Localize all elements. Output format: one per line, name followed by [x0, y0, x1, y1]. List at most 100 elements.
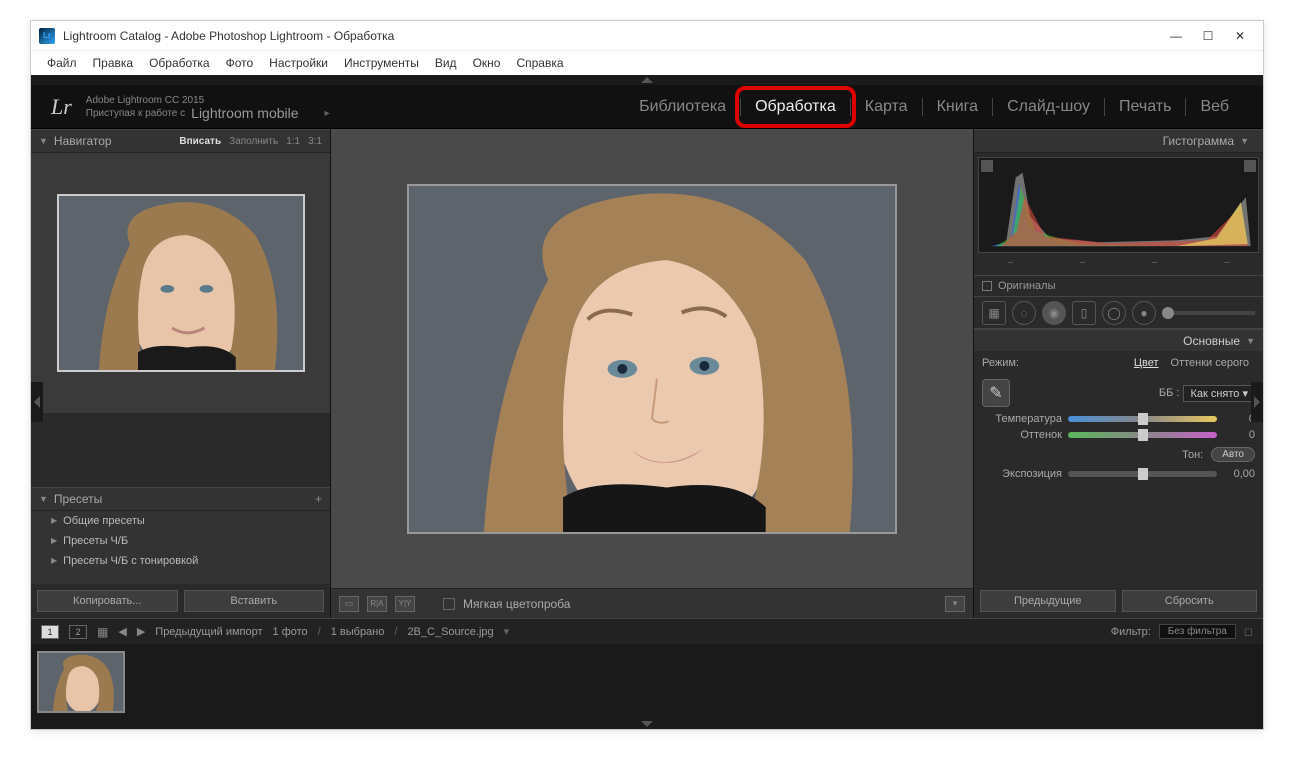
softproof-checkbox[interactable]	[443, 598, 455, 610]
crop-tool-icon[interactable]: ▦	[982, 301, 1006, 325]
tool-size-slider[interactable]	[1162, 311, 1255, 315]
filmstrip-thumbnail[interactable]	[37, 651, 125, 713]
monitor-2-button[interactable]: 2	[69, 625, 87, 639]
portrait-image	[409, 186, 895, 532]
menu-view[interactable]: Вид	[429, 54, 463, 72]
navigator-header[interactable]: ▼ Навигатор Вписать Заполнить 1:1 3:1	[31, 129, 330, 153]
maximize-button[interactable]: ☐	[1201, 29, 1215, 43]
module-map[interactable]: Карта	[851, 94, 922, 120]
histogram-info: ––––	[974, 257, 1263, 275]
play-icon[interactable]: ▸	[325, 107, 330, 120]
wb-dropdown[interactable]: Как снято ▾	[1183, 385, 1255, 402]
grid-icon[interactable]: ▦	[97, 625, 108, 639]
nav-1to1[interactable]: 1:1	[286, 136, 300, 147]
navigator-image	[57, 194, 305, 372]
preset-folder[interactable]: ▶Пресеты Ч/Б	[31, 531, 330, 551]
presets-title: Пресеты	[54, 492, 102, 506]
toolbar-menu-icon[interactable]: ▾	[945, 596, 965, 612]
nav-fill[interactable]: Заполнить	[229, 136, 278, 147]
monitor-1-button[interactable]: 1	[41, 625, 59, 639]
right-panel: Гистограмма ▼ ––––	[973, 129, 1263, 618]
menu-develop[interactable]: Обработка	[143, 54, 216, 72]
eyedropper-tool-icon[interactable]: ✎	[982, 379, 1010, 407]
temp-slider[interactable]	[1068, 416, 1217, 422]
chevron-down-icon: ▼	[39, 494, 48, 504]
presets-header[interactable]: ▼ Пресеты +	[31, 487, 330, 511]
histogram-title: Гистограмма	[1163, 134, 1234, 148]
shadow-clip-icon[interactable]	[981, 160, 993, 172]
auto-tone-button[interactable]: Авто	[1211, 447, 1255, 462]
module-print[interactable]: Печать	[1105, 94, 1185, 120]
navigator-preview[interactable]	[31, 153, 330, 413]
window-title: Lightroom Catalog - Adobe Photoshop Ligh…	[63, 29, 1169, 43]
tint-slider[interactable]	[1068, 432, 1217, 438]
menu-photo[interactable]: Фото	[220, 54, 260, 72]
highlight-clip-icon[interactable]	[1244, 160, 1256, 172]
module-web[interactable]: Веб	[1186, 94, 1243, 120]
menu-edit[interactable]: Правка	[87, 54, 140, 72]
minimize-button[interactable]: —	[1169, 29, 1183, 43]
module-slideshow[interactable]: Слайд-шоу	[993, 94, 1104, 120]
source-label[interactable]: Предыдущий импорт	[155, 626, 262, 638]
menubar: Файл Правка Обработка Фото Настройки Инс…	[31, 51, 1263, 75]
treatment-gray[interactable]: Оттенки серого	[1165, 355, 1255, 371]
wb-label: ББ :	[1159, 387, 1180, 399]
radial-tool-icon[interactable]: ◯	[1102, 301, 1126, 325]
nav-fit[interactable]: Вписать	[179, 136, 221, 147]
copy-button[interactable]: Копировать...	[37, 590, 178, 612]
module-book[interactable]: Книга	[923, 94, 992, 120]
brush-tool-icon[interactable]: ●	[1132, 301, 1156, 325]
preset-folder[interactable]: ▶Пресеты Ч/Б с тонировкой	[31, 551, 330, 571]
originals-toggle[interactable]: Оригиналы	[974, 275, 1263, 297]
prev-photo-icon[interactable]: ◀	[118, 625, 126, 638]
module-develop[interactable]: Обработка	[741, 94, 850, 120]
reset-button[interactable]: Сбросить	[1122, 590, 1258, 612]
histogram[interactable]	[978, 157, 1259, 253]
filter-dropdown[interactable]: Без фильтра	[1159, 624, 1236, 639]
filter-label: Фильтр:	[1111, 626, 1151, 638]
tone-label: Тон:	[1182, 449, 1203, 461]
before-after-lr-icon[interactable]: R|A	[367, 596, 387, 612]
next-photo-icon[interactable]: ▶	[137, 625, 145, 638]
portrait-thumbnail	[59, 196, 303, 370]
before-after-tb-icon[interactable]: Y|Y	[395, 596, 415, 612]
navigator-title: Навигатор	[54, 134, 112, 148]
loupe-view-icon[interactable]: ▭	[339, 596, 359, 612]
close-button[interactable]: ✕	[1233, 29, 1247, 43]
treatment-color[interactable]: Цвет	[1128, 355, 1165, 371]
left-panel-toggle[interactable]	[31, 382, 43, 422]
nav-3to1[interactable]: 3:1	[308, 136, 322, 147]
histogram-header[interactable]: Гистограмма ▼	[974, 129, 1263, 153]
right-panel-toggle[interactable]	[1251, 382, 1263, 422]
tool-strip: ▦ ◌ ◉ ▯ ◯ ●	[974, 297, 1263, 329]
photo-count: 1 фото	[273, 626, 308, 638]
paste-button[interactable]: Вставить	[184, 590, 325, 612]
module-library[interactable]: Библиотека	[625, 94, 740, 120]
filter-lock-icon[interactable]: ◻	[1244, 625, 1253, 638]
menu-settings[interactable]: Настройки	[263, 54, 334, 72]
spot-tool-icon[interactable]: ◌	[1012, 301, 1036, 325]
menu-file[interactable]: Файл	[41, 54, 83, 72]
gradient-tool-icon[interactable]: ▯	[1072, 301, 1096, 325]
presets-list: ▶Общие пресеты ▶Пресеты Ч/Б ▶Пресеты Ч/Б…	[31, 511, 330, 585]
top-panel-toggle[interactable]	[31, 75, 1263, 85]
chevron-down-icon: ▼	[1246, 336, 1255, 346]
menu-help[interactable]: Справка	[510, 54, 569, 72]
header-mobile-prefix: Приступая к работе с	[86, 107, 185, 120]
previous-button[interactable]: Предыдущие	[980, 590, 1116, 612]
menu-window[interactable]: Окно	[467, 54, 507, 72]
preset-folder[interactable]: ▶Общие пресеты	[31, 511, 330, 531]
bottom-panel-toggle[interactable]	[31, 719, 1263, 729]
treatment-row: Режим: Цвет Оттенки серого	[974, 351, 1263, 375]
exposure-value[interactable]: 0,00	[1223, 468, 1255, 480]
tint-value[interactable]: 0	[1223, 429, 1255, 441]
center-area: ▭ R|A Y|Y Мягкая цветопроба ▾	[331, 129, 973, 618]
header-mobile-link[interactable]: Lightroom mobile	[191, 107, 298, 120]
redeye-tool-icon[interactable]: ◉	[1042, 301, 1066, 325]
menu-tools[interactable]: Инструменты	[338, 54, 425, 72]
exposure-slider[interactable]	[1068, 471, 1217, 477]
basic-header[interactable]: Основные▼	[974, 329, 1263, 351]
canvas[interactable]	[331, 129, 973, 588]
add-preset-icon[interactable]: +	[315, 492, 322, 506]
filmstrip[interactable]	[31, 644, 1263, 719]
